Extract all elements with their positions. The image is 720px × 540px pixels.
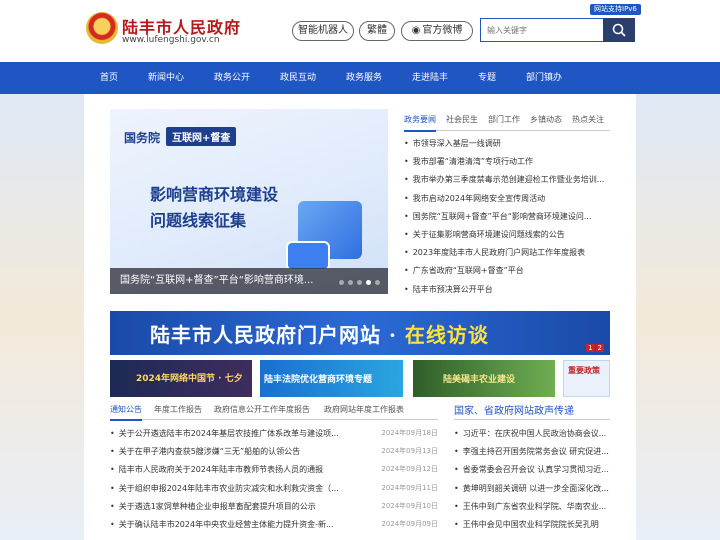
thumb-court-label: 陆丰法院优化营商环境专题	[264, 375, 373, 385]
list-item[interactable]: 陆丰市预决算公开平台	[404, 284, 610, 302]
weibo-button[interactable]: ◉ 官方微博	[401, 21, 473, 41]
thumb-policy[interactable]: 重要政策	[563, 360, 610, 397]
nav-about-lufeng[interactable]: 走进陆丰	[409, 62, 451, 94]
banner-pager: 1 2	[586, 344, 604, 352]
list-item[interactable]: 市领导深入基层一线调研	[404, 138, 610, 156]
notice-tabs: 通知公告 年度工作报告 政府信息公开工作年度报告 政府网站年度工作报表	[110, 402, 438, 421]
list-item[interactable]: 黄坤明到韶关调研 以进一步全面深化改...	[454, 483, 610, 501]
list-item[interactable]: 王伟中到广东省农业科学院、华南农业...	[454, 501, 610, 519]
slider-dot[interactable]	[339, 280, 344, 285]
chat-bubble-icon	[286, 241, 330, 271]
list-item[interactable]: 省委常委会召开会议 认真学习贯彻习近...	[454, 464, 610, 482]
slider-dot[interactable]	[357, 280, 362, 285]
background-left	[0, 94, 90, 540]
thumb-agriculture-label: 陆美碣丰农业建设	[443, 375, 516, 385]
table-row[interactable]: 关于组织申报2024年陆丰市农业防灾减灾和水利救灾资金（... 2024年09月…	[110, 483, 438, 501]
national-news-heading[interactable]: 国家、省政府网站政声传递	[454, 402, 610, 420]
notice-date: 2024年09月18日	[381, 429, 438, 437]
slider-brand: 国务院	[124, 131, 161, 145]
tab-website-report[interactable]: 政府网站年度工作报表	[324, 404, 404, 415]
nav-departments[interactable]: 部门镇办	[523, 62, 565, 94]
slider-dot-active[interactable]	[366, 280, 371, 285]
nav-services[interactable]: 政务服务	[343, 62, 385, 94]
tab-town-news[interactable]: 乡镇动态	[530, 114, 562, 125]
nav-news[interactable]: 新闻中心	[145, 62, 187, 94]
national-emblem-icon	[86, 12, 118, 44]
nav-home[interactable]: 首页	[96, 62, 122, 94]
main-nav: 首页 新闻中心 政务公开 政民互动 政务服务 走进陆丰 专题 部门镇办	[0, 62, 720, 94]
notice-title[interactable]: 关于组织申报2024年陆丰市农业防灾减灾和水利救灾资金（...	[110, 483, 345, 494]
notice-date: 2024年09月11日	[381, 483, 438, 492]
thumb-court[interactable]: 陆丰法院优化营商环境专题	[260, 360, 403, 397]
weibo-icon: ◉	[411, 25, 421, 36]
table-row[interactable]: 关于确认陆丰市2024年中央农业经营主体能力提升资金-新... 2024年09月…	[110, 519, 438, 537]
slider-dot[interactable]	[348, 280, 353, 285]
site-url: www.lufengshi.gov.cn	[122, 35, 220, 45]
list-item[interactable]: 我市举办第三季度禁毒示范创建迎检工作暨业务培训...	[404, 174, 610, 192]
nav-special[interactable]: 专题	[475, 62, 499, 94]
notice-title[interactable]: 关于遴选1家饲草种植企业申报草畜配套提升项目的公示	[110, 501, 345, 512]
search-button[interactable]	[603, 18, 635, 42]
search-input[interactable]	[480, 18, 604, 42]
tab-notices[interactable]: 通知公告	[110, 404, 142, 421]
table-row[interactable]: 关于遴选1家饲草种植企业申报草畜配套提升项目的公示 2024年09月10日	[110, 501, 438, 519]
background-right	[630, 94, 720, 540]
banner-page-2[interactable]: 2	[595, 344, 604, 352]
table-row[interactable]: 关于公开遴选陆丰市2024年基层农技推广体系改革与建设项... 2024年09月…	[110, 428, 438, 446]
nav-gov-affairs[interactable]: 政务公开	[211, 62, 253, 94]
slider-title-line2: 问题线索征集	[150, 211, 247, 230]
traditional-chinese-button[interactable]: 繁體	[359, 21, 395, 41]
interview-banner[interactable]: 陆丰市人民政府门户网站 · 在线访谈 1 2	[110, 311, 610, 355]
news-list: 市领导深入基层一线调研 我市部署“清港清湾”专项行动工作 我市举办第三季度禁毒示…	[404, 138, 610, 302]
notice-title[interactable]: 陆丰市人民政府关于2024年陆丰市教师节表扬人员的通报	[110, 464, 345, 475]
site-header: 陆丰市人民政府 www.lufengshi.gov.cn 智能机器人 繁體 ◉ 官…	[0, 0, 720, 62]
list-item[interactable]: 关于征集影响营商环境建设问题线索的公告	[404, 229, 610, 247]
nav-interaction[interactable]: 政民互动	[277, 62, 319, 94]
slider-dot[interactable]	[375, 280, 380, 285]
list-item[interactable]: 我市部署“清港清湾”专项行动工作	[404, 156, 610, 174]
tab-gov-news[interactable]: 政务要闻	[404, 114, 436, 132]
list-item[interactable]: 2023年度陆丰市人民政府门户网站工作年度报表	[404, 247, 610, 265]
notice-title[interactable]: 关于确认陆丰市2024年中央农业经营主体能力提升资金-新...	[110, 519, 345, 530]
national-news-list: 习近平：在庆祝中国人民政治协商会议... 李强主持召开国务院常务会议 研究促进.…	[454, 428, 610, 537]
notice-title[interactable]: 关于公开遴选陆丰市2024年基层农技推广体系改革与建设项...	[110, 428, 345, 439]
thumb-policy-label: 重要政策	[568, 366, 600, 375]
slider-dots	[339, 280, 380, 285]
news-tabs: 政务要闻 社会民生 部门工作 乡镇动态 热点关注	[404, 111, 610, 132]
tab-livelihood[interactable]: 社会民生	[446, 114, 478, 125]
list-item[interactable]: 国务院“互联网+督查”平台“影响营商环境建设问...	[404, 211, 610, 229]
list-item[interactable]: 李强主持召开国务院常务会议 研究促进...	[454, 446, 610, 464]
banner-title: 陆丰市人民政府门户网站 · 在线访谈	[150, 319, 489, 348]
list-item[interactable]: 习近平：在庆祝中国人民政治协商会议...	[454, 428, 610, 446]
tab-department-work[interactable]: 部门工作	[488, 114, 520, 125]
thumb-qixi-label: 2024年网络中国节 · 七夕	[136, 374, 243, 384]
slider-tag: 互联网+督查	[166, 127, 237, 146]
table-row[interactable]: 关于在甲子港内查获5艘涉嫌“三无”船舶的认领公告 2024年09月13日	[110, 446, 438, 464]
tab-annual-report[interactable]: 年度工作报告	[154, 404, 202, 415]
notice-list: 关于公开遴选陆丰市2024年基层农技推广体系改革与建设项... 2024年09月…	[110, 428, 438, 537]
notice-date: 2024年09月09日	[381, 519, 438, 528]
table-row[interactable]: 陆丰市人民政府关于2024年陆丰市教师节表扬人员的通报 2024年09月12日	[110, 464, 438, 482]
robot-button[interactable]: 智能机器人	[292, 21, 354, 41]
banner-title-main: 陆丰市人民政府门户网站 ·	[150, 323, 405, 347]
list-item[interactable]: 我市启动2024年网络安全宣传周活动	[404, 193, 610, 211]
notice-title[interactable]: 关于在甲子港内查获5艘涉嫌“三无”船舶的认领公告	[110, 446, 345, 457]
tab-hot-topics[interactable]: 热点关注	[572, 114, 604, 125]
notice-date: 2024年09月12日	[381, 465, 438, 474]
banner-title-highlight: 在线访谈	[404, 323, 489, 347]
notice-date: 2024年09月13日	[381, 447, 438, 456]
tab-info-disclosure-report[interactable]: 政府信息公开工作年度报告	[214, 404, 310, 415]
notice-date: 2024年09月10日	[381, 501, 438, 510]
weibo-label: 官方微博	[422, 25, 463, 36]
list-item[interactable]: 王伟中会见中国农业科学院院长吴孔明	[454, 519, 610, 537]
news-slider[interactable]: 国务院 互联网+督查 影响营商环境建设 问题线索征集 国务院“互联网+督查”平台…	[110, 109, 388, 294]
thumb-qixi[interactable]: 2024年网络中国节 · 七夕	[110, 360, 252, 397]
ipv6-badge: 网站支持IPv6	[590, 4, 641, 15]
search-icon	[612, 23, 626, 37]
list-item[interactable]: 广东省政府“互联网+督查”平台	[404, 265, 610, 283]
banner-page-1[interactable]: 1	[586, 344, 595, 352]
slider-title-line1: 影响营商环境建设	[150, 185, 279, 204]
thumb-agriculture[interactable]: 陆美碣丰农业建设	[413, 360, 555, 397]
